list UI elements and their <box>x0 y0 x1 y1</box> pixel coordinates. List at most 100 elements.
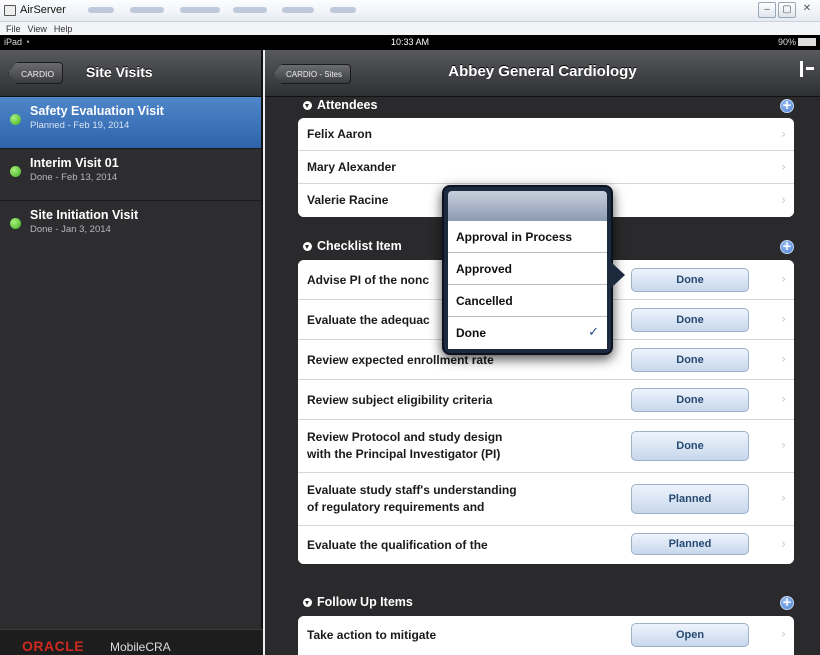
followup-list: Take action to mitigate Open › <box>298 616 794 655</box>
add-followup-icon[interactable]: + <box>780 596 794 610</box>
checklist-label: Evaluate the qualification of the <box>307 538 488 552</box>
left-panel-title: Site Visits <box>86 64 153 80</box>
chevron-right-icon: › <box>781 272 786 286</box>
label-line-1: Review Protocol and study design <box>307 430 503 444</box>
chevron-right-icon: › <box>781 160 786 174</box>
status-option-list: Approval in Process Approved Cancelled D… <box>448 221 607 349</box>
battery-percent: 90% <box>777 37 796 47</box>
window-menu-bar: File View Help <box>0 22 820 35</box>
collapse-icon <box>303 100 312 110</box>
checklist-row[interactable]: Evaluate the qualification of the Planne… <box>298 526 794 564</box>
product-name: MobileCRA <box>110 640 171 654</box>
blurred-toolbar-item <box>180 7 220 13</box>
status-dot-icon <box>10 114 21 125</box>
checklist-label: Review Protocol and study design with the… <box>307 429 502 463</box>
visit-subtitle: Planned - Feb 19, 2014 <box>30 120 130 131</box>
blurred-toolbar-item <box>330 7 356 13</box>
blurred-toolbar-item <box>282 7 314 13</box>
chevron-right-icon: › <box>781 627 786 641</box>
option-approval-in-process[interactable]: Approval in Process <box>448 221 607 253</box>
option-cancelled[interactable]: Cancelled <box>448 285 607 317</box>
chevron-right-icon: › <box>781 392 786 406</box>
visit-item-site-initiation[interactable]: Site Initiation Visit Done - Jan 3, 2014 <box>0 201 261 253</box>
menu-help[interactable]: Help <box>54 24 73 34</box>
airserver-app-icon <box>4 5 16 16</box>
status-time: 10:33 AM <box>390 37 430 47</box>
visit-item-safety-evaluation[interactable]: Safety Evaluation Visit Planned - Feb 19… <box>0 97 261 149</box>
close-button[interactable]: ✕ <box>798 2 816 18</box>
followup-header[interactable]: Follow Up Items <box>303 595 413 609</box>
attendee-row[interactable]: Mary Alexander › <box>298 151 794 184</box>
label-line-2: of regulatory requirements and <box>307 500 485 514</box>
app-footer: ORACLE MobileCRA <box>0 629 263 655</box>
collapse-icon <box>303 597 312 607</box>
checklist-label: Review subject eligibility criteria <box>307 393 493 407</box>
status-button[interactable]: Planned <box>631 484 749 514</box>
visit-title: Site Initiation Visit <box>30 208 139 222</box>
popover-arrow <box>611 262 625 288</box>
visit-title: Safety Evaluation Visit <box>30 104 164 118</box>
chevron-right-icon: › <box>781 537 786 551</box>
checklist-label: Advise PI of the nonc <box>307 273 430 287</box>
checklist-header[interactable]: Checklist Item <box>303 239 402 253</box>
label-line-1: Evaluate study staff's understanding <box>307 483 517 497</box>
right-nav-bar: CARDIO - Sites Abbey General Cardiology <box>265 50 820 97</box>
blurred-toolbar-item <box>88 7 114 13</box>
export-icon[interactable] <box>800 61 814 77</box>
checklist-row[interactable]: Review Protocol and study design with the… <box>298 420 794 473</box>
section-title: Follow Up Items <box>317 595 413 609</box>
popover-header <box>448 191 607 221</box>
option-done[interactable]: Done ✓ <box>448 317 607 349</box>
visit-subtitle: Done - Jan 3, 2014 <box>30 224 111 235</box>
left-nav-bar: CARDIO Site Visits <box>0 50 261 97</box>
menu-view[interactable]: View <box>28 24 47 34</box>
status-button[interactable]: Done <box>631 308 749 332</box>
attendees-header[interactable]: Attendees <box>303 98 377 112</box>
site-visits-panel: CARDIO Site Visits Safety Evaluation Vis… <box>0 50 263 655</box>
checklist-row[interactable]: Review subject eligibility criteria Done… <box>298 380 794 420</box>
option-label: Done <box>456 326 486 340</box>
visit-title: Interim Visit 01 <box>30 156 119 170</box>
blurred-toolbar-item <box>233 7 267 13</box>
chevron-right-icon: › <box>781 127 786 141</box>
minimize-button[interactable]: ‒ <box>758 2 776 18</box>
maximize-button[interactable]: ▢ <box>778 2 796 18</box>
attendee-name: Valerie Racine <box>307 193 389 207</box>
back-button-cardio[interactable]: CARDIO <box>8 62 64 84</box>
chevron-right-icon: › <box>781 491 786 505</box>
status-button[interactable]: Done <box>631 431 749 461</box>
battery-icon <box>798 38 816 46</box>
status-dot-icon <box>10 218 21 229</box>
add-attendee-icon[interactable]: + <box>780 99 794 113</box>
airserver-window: AirServer ‒ ▢ ✕ File View Help iPad ◔ 10… <box>0 0 820 655</box>
chevron-right-icon: › <box>781 312 786 326</box>
status-dot-icon <box>10 166 21 177</box>
add-checklist-item-icon[interactable]: + <box>780 240 794 254</box>
oracle-logo: ORACLE <box>22 638 85 654</box>
section-title: Attendees <box>317 98 378 112</box>
chevron-right-icon: › <box>781 352 786 366</box>
chevron-right-icon: › <box>781 193 786 207</box>
followup-row[interactable]: Take action to mitigate Open › <box>298 616 794 655</box>
site-title: Abbey General Cardiology <box>448 63 637 80</box>
label-line-2: with the Principal Investigator (PI) <box>307 447 501 461</box>
status-button[interactable]: Done <box>631 268 749 292</box>
status-button[interactable]: Open <box>631 623 749 647</box>
checklist-row[interactable]: Evaluate study staff's understanding of r… <box>298 473 794 526</box>
chevron-right-icon: › <box>781 438 786 452</box>
section-title: Checklist Item <box>317 239 402 253</box>
status-button[interactable]: Done <box>631 388 749 412</box>
option-approved[interactable]: Approved <box>448 253 607 285</box>
visit-item-interim[interactable]: Interim Visit 01 Done - Feb 13, 2014 <box>0 149 261 201</box>
attendee-name: Felix Aaron <box>307 127 372 141</box>
blurred-toolbar-item <box>130 7 164 13</box>
attendee-name: Mary Alexander <box>307 160 396 174</box>
ios-status-bar: iPad ◔ 10:33 AM 90% <box>0 35 820 50</box>
window-title-bar: AirServer ‒ ▢ ✕ <box>0 0 820 22</box>
status-button[interactable]: Planned <box>631 533 749 555</box>
menu-file[interactable]: File <box>6 24 21 34</box>
attendee-row[interactable]: Felix Aaron › <box>298 118 794 151</box>
status-button[interactable]: Done <box>631 348 749 372</box>
battery-indicator: 90% <box>778 37 816 47</box>
window-title: AirServer <box>20 4 66 16</box>
